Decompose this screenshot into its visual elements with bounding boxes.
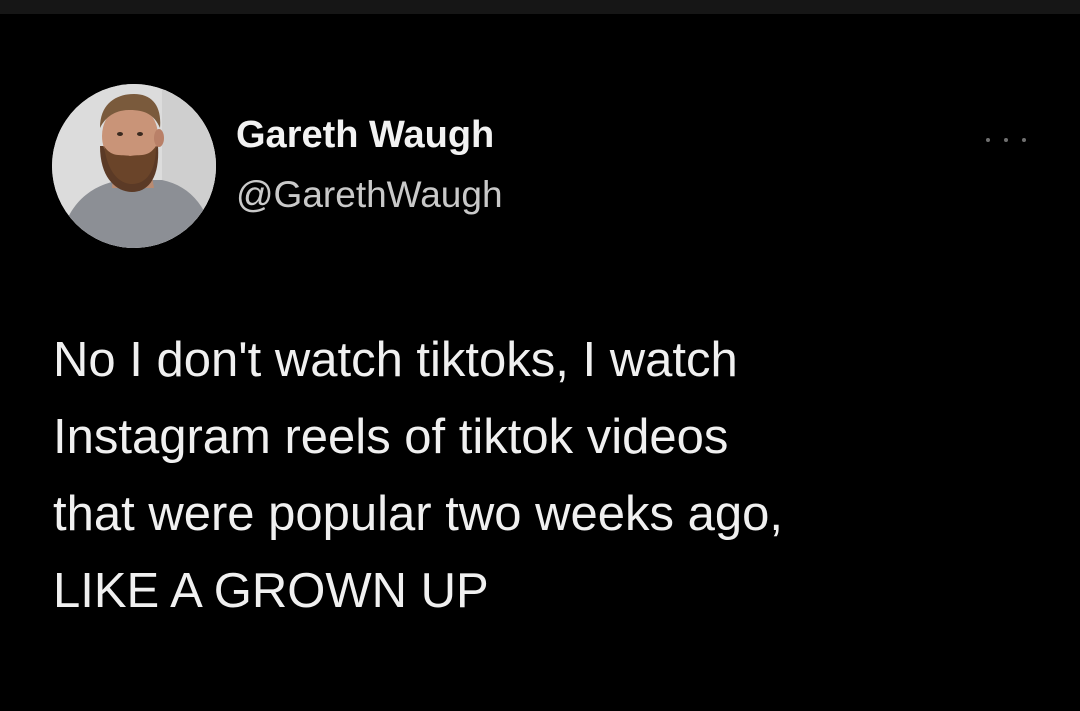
tweet-text-line: that were popular two weeks ago, — [53, 487, 783, 541]
tweet-text-line: No I don't watch tiktoks, I watch — [53, 333, 738, 387]
avatar[interactable] — [52, 84, 216, 248]
more-dot — [1022, 138, 1026, 142]
tweet-text-line: LIKE A GROWN UP — [53, 564, 489, 618]
more-dot — [1004, 138, 1008, 142]
author-handle[interactable]: @GarethWaugh — [236, 172, 503, 218]
top-strip — [0, 0, 1080, 14]
more-horizontal-icon[interactable] — [986, 130, 1026, 150]
author-display-name[interactable]: Gareth Waugh — [236, 112, 494, 158]
tweet-screenshot: Gareth Waugh @GarethWaugh No I don't wat… — [0, 0, 1080, 711]
more-dot — [986, 138, 990, 142]
avatar-photo — [52, 84, 216, 248]
tweet-text-line: Instagram reels of tiktok videos — [53, 410, 729, 464]
tweet-text: No I don't watch tiktoks, I watch Instag… — [53, 322, 1043, 630]
